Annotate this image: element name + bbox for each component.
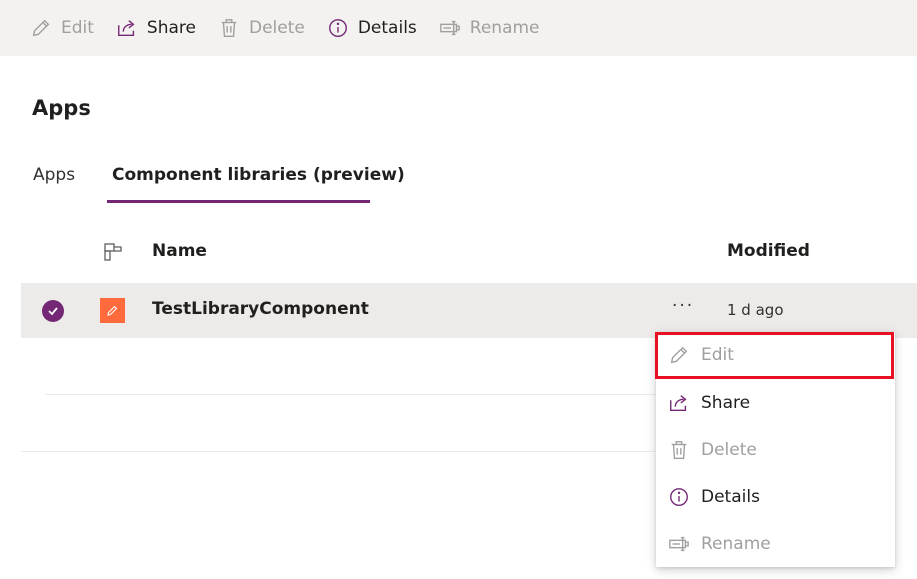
toolbar-edit-button[interactable]: Edit: [30, 0, 94, 56]
menu-item-details[interactable]: Details: [656, 474, 895, 520]
menu-item-rename[interactable]: Rename: [656, 521, 895, 567]
trash-icon: [671, 441, 687, 459]
toolbar-share-button[interactable]: Share: [116, 0, 196, 56]
highlight-box: [655, 332, 894, 379]
menu-item-label: Delete: [701, 440, 757, 460]
toolbar-delete-button[interactable]: Delete: [218, 0, 305, 56]
column-header-name[interactable]: Name: [152, 241, 207, 261]
tab-selected-indicator: [107, 200, 370, 203]
toolbar-details-button[interactable]: Details: [327, 0, 417, 56]
menu-item-label: Details: [701, 487, 760, 507]
divider: [45, 394, 655, 395]
pencil-icon: [32, 19, 50, 37]
trash-icon: [221, 19, 237, 37]
toolbar-delete-label: Delete: [248, 18, 305, 38]
pencil-icon: [100, 298, 125, 323]
menu-item-label: Rename: [701, 534, 771, 554]
toolbar-rename-button[interactable]: Rename: [439, 0, 540, 56]
tab-apps[interactable]: Apps: [33, 165, 75, 201]
share-icon: [670, 395, 687, 412]
toolbar-share-label: Share: [146, 18, 196, 38]
divider: [21, 451, 655, 452]
tab-component-libraries[interactable]: Component libraries (preview): [112, 165, 405, 201]
toolbar-edit-label: Edit: [61, 18, 94, 38]
toolbar-details-label: Details: [357, 18, 417, 38]
menu-item-label: Share: [701, 393, 751, 413]
rename-icon: [439, 20, 460, 36]
menu-item-share[interactable]: Share: [656, 380, 895, 426]
row-modified: 1 d ago: [727, 301, 784, 319]
menu-item-delete[interactable]: Delete: [656, 427, 895, 473]
info-icon: [670, 488, 688, 506]
file-type-icon[interactable]: [104, 243, 122, 261]
row-checkbox-checked-icon[interactable]: [42, 300, 64, 322]
share-icon: [117, 20, 135, 37]
info-icon: [328, 19, 347, 37]
toolbar-rename-label: Rename: [469, 18, 540, 38]
column-header-modified[interactable]: Modified: [727, 241, 810, 261]
more-options-button[interactable]: ···: [672, 296, 694, 316]
rename-icon: [669, 536, 689, 552]
app-window: Edit Share Delete Details Rename Apps Ap…: [0, 0, 917, 579]
page-title: Apps: [32, 96, 91, 120]
command-bar: Edit Share Delete Details Rename: [0, 0, 917, 56]
row-name[interactable]: TestLibraryComponent: [152, 299, 369, 319]
